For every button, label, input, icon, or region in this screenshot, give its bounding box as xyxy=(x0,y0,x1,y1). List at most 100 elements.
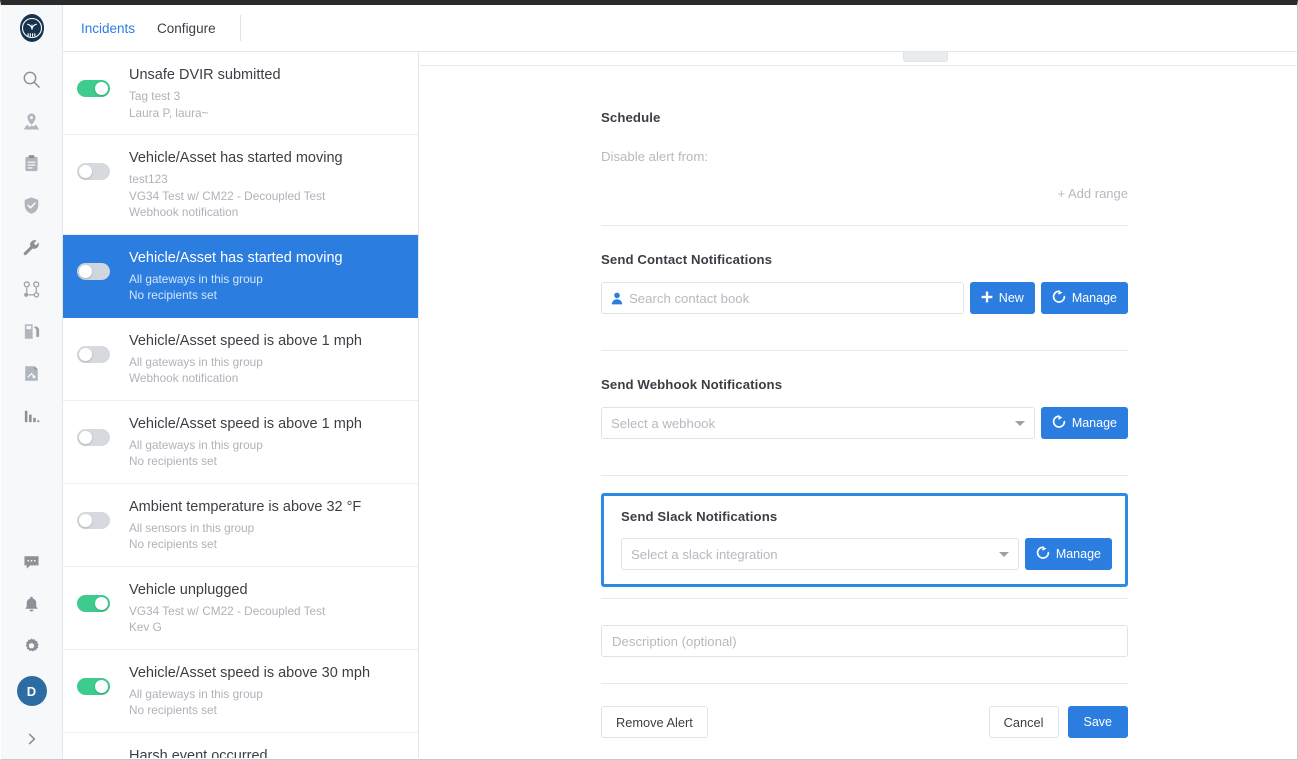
alert-enable-toggle[interactable] xyxy=(77,677,110,695)
disable-alert-label: Disable alert from: xyxy=(601,149,709,164)
alert-item-text: Vehicle/Asset has started moving test123 V… xyxy=(129,147,404,221)
alert-item-sub1: All sensors in this group xyxy=(129,520,255,535)
tab-incidents[interactable]: Incidents xyxy=(81,21,135,36)
slack-heading: Send Slack Notifications xyxy=(621,509,778,524)
detail-footer: Remove Alert Cancel Save xyxy=(420,684,1296,738)
alert-item-sub2: No recipients set xyxy=(129,537,217,551)
alert-item-title: Vehicle unplugged xyxy=(129,581,248,598)
sidebar-item-messages[interactable] xyxy=(1,544,63,580)
sidebar-item-routing[interactable] xyxy=(1,271,63,307)
alert-list-item[interactable]: Vehicle/Asset speed is above 1 mph All ga… xyxy=(63,317,418,401)
save-button[interactable]: Save xyxy=(1067,706,1128,738)
alert-item-title: Vehicle/Asset speed is above 1 mph xyxy=(129,415,362,432)
webhook-select-placeholder: Select a webhook xyxy=(611,415,716,431)
alert-enable-toggle[interactable] xyxy=(77,163,110,180)
top-navigation-bar: Incidents Configure xyxy=(63,5,1297,52)
contact-notifications-section: Send Contact Notifications Search contac… xyxy=(420,226,1296,314)
alert-item-title: Vehicle/Asset has started moving xyxy=(129,150,343,166)
schedule-section: Schedule Disable alert from: + Add range xyxy=(420,66,1296,201)
alert-enable-toggle[interactable] xyxy=(77,262,110,280)
remove-alert-button[interactable]: Remove Alert xyxy=(601,706,708,738)
alert-enable-toggle[interactable] xyxy=(77,428,110,446)
alert-item-sub2: Webhook notification xyxy=(129,371,239,385)
alert-item-text: Vehicle/Asset speed is above 1 mph All ga… xyxy=(129,413,404,470)
chevron-down-icon xyxy=(998,551,1009,557)
new-contact-button[interactable]: New xyxy=(969,282,1035,314)
alert-enable-toggle[interactable] xyxy=(77,80,110,97)
alert-list-item[interactable]: Ambient temperature is above 32 °F All se… xyxy=(63,483,418,567)
report-icon xyxy=(22,364,41,383)
description-section: Description (optional) xyxy=(420,599,1296,657)
manage-webhooks-button[interactable]: Manage xyxy=(1040,407,1128,439)
alert-item-title: Ambient temperature is above 32 °F xyxy=(129,498,362,515)
webhook-heading: Send Webhook Notifications xyxy=(601,377,783,392)
alert-detail-panel: Schedule Disable alert from: + Add range… xyxy=(420,52,1296,758)
owl-logo[interactable] xyxy=(15,11,49,45)
alert-list-item[interactable]: Vehicle unplugged VG34 Test w/ CM22 - Dec… xyxy=(63,566,418,650)
rail-primary-icons xyxy=(1,61,63,439)
sidebar-item-reports[interactable] xyxy=(1,355,63,391)
toggle-wrap xyxy=(77,662,129,695)
chevron-right-icon[interactable] xyxy=(1,724,63,754)
external-link-icon xyxy=(1036,545,1050,563)
toggle-wrap xyxy=(77,496,129,529)
alert-item-sub2: Kev G xyxy=(129,620,162,634)
alert-enable-toggle[interactable] xyxy=(77,594,110,612)
toggle-wrap xyxy=(77,247,129,280)
alert-list-item[interactable]: Vehicle/Asset speed is above 30 mph All g… xyxy=(63,649,418,733)
toggle-wrap xyxy=(77,330,129,363)
toggle-knob xyxy=(95,82,108,95)
sidebar-item-safety[interactable] xyxy=(1,187,63,223)
alert-list-item[interactable]: Unsafe DVIR submitted Tag test 3 Laura P, … xyxy=(63,52,418,135)
sidebar-item-analytics[interactable] xyxy=(1,397,63,433)
alert-item-sub1: All gateways in this group xyxy=(129,437,263,452)
sidebar-item-search[interactable] xyxy=(1,61,63,97)
tab-configure[interactable]: Configure xyxy=(157,21,216,36)
manage-contacts-button[interactable]: Manage xyxy=(1040,282,1128,314)
toggle-knob xyxy=(95,679,108,693)
search-contact-placeholder: Search contact book xyxy=(629,290,750,306)
clipped-control-stub[interactable] xyxy=(903,52,948,62)
cancel-button[interactable]: Cancel xyxy=(988,706,1059,738)
alert-item-text: Ambient temperature is above 32 °F All se… xyxy=(129,496,404,553)
manage-contacts-label: Manage xyxy=(1071,291,1117,305)
toggle-knob xyxy=(79,513,92,527)
alert-item-sub1: Tag test 3 xyxy=(129,89,181,103)
sidebar-item-documents[interactable] xyxy=(1,145,63,181)
alert-list-item[interactable]: Vehicle/Asset has started moving test123 V… xyxy=(63,135,418,235)
toggle-knob xyxy=(95,596,108,610)
alert-list-item[interactable]: Harsh event occurredVG34 w/CM22No recipi… xyxy=(63,732,418,759)
wrench-icon xyxy=(22,238,41,257)
sidebar-item-maintenance[interactable] xyxy=(1,229,63,265)
alert-list-item[interactable]: Vehicle/Asset speed is above 1 mph All ga… xyxy=(63,400,418,484)
alert-item-sub1: All gateways in this group xyxy=(129,354,263,369)
sidebar-item-settings[interactable] xyxy=(1,628,63,664)
manage-slack-button[interactable]: Manage xyxy=(1024,538,1112,570)
alert-item-sub2: No recipients set xyxy=(129,703,217,717)
alert-item-title: Vehicle/Asset speed is above 1 mph xyxy=(129,332,362,349)
alert-enable-toggle[interactable] xyxy=(77,345,110,363)
alert-list-item[interactable]: Vehicle/Asset has started moving All gate… xyxy=(63,234,418,318)
sidebar-item-map[interactable] xyxy=(1,103,63,139)
bar-chart-icon xyxy=(22,406,41,425)
slack-integration-select[interactable]: Select a slack integration xyxy=(621,538,1019,570)
alert-item-text: Vehicle/Asset has started moving All gate… xyxy=(129,247,404,304)
add-range-link[interactable]: + Add range xyxy=(601,186,1128,201)
search-contact-input[interactable]: Search contact book xyxy=(601,282,964,314)
description-input[interactable]: Description (optional) xyxy=(601,625,1128,657)
alert-enable-toggle[interactable] xyxy=(77,511,110,529)
alert-item-sub2: No recipients set xyxy=(129,288,217,302)
tab-divider xyxy=(239,15,241,41)
avatar[interactable]: D xyxy=(16,676,47,706)
alert-item-title: Harsh event occurred xyxy=(129,747,268,759)
webhook-select[interactable]: Select a webhook xyxy=(601,407,1035,439)
manage-slack-label: Manage xyxy=(1055,547,1101,561)
alert-item-text: Vehicle unplugged VG34 Test w/ CM22 - Dec… xyxy=(129,579,404,636)
sidebar-item-notifications[interactable] xyxy=(1,586,63,622)
alert-list-panel[interactable]: Unsafe DVIR submitted Tag test 3 Laura P, … xyxy=(63,52,419,758)
alert-item-title: Vehicle/Asset speed is above 30 mph xyxy=(129,664,371,681)
sidebar-item-fuel[interactable] xyxy=(1,313,63,349)
alert-item-text: Unsafe DVIR submitted Tag test 3 Laura P, … xyxy=(129,64,404,121)
chevron-down-icon xyxy=(1014,420,1025,426)
map-marker-icon xyxy=(22,112,41,131)
